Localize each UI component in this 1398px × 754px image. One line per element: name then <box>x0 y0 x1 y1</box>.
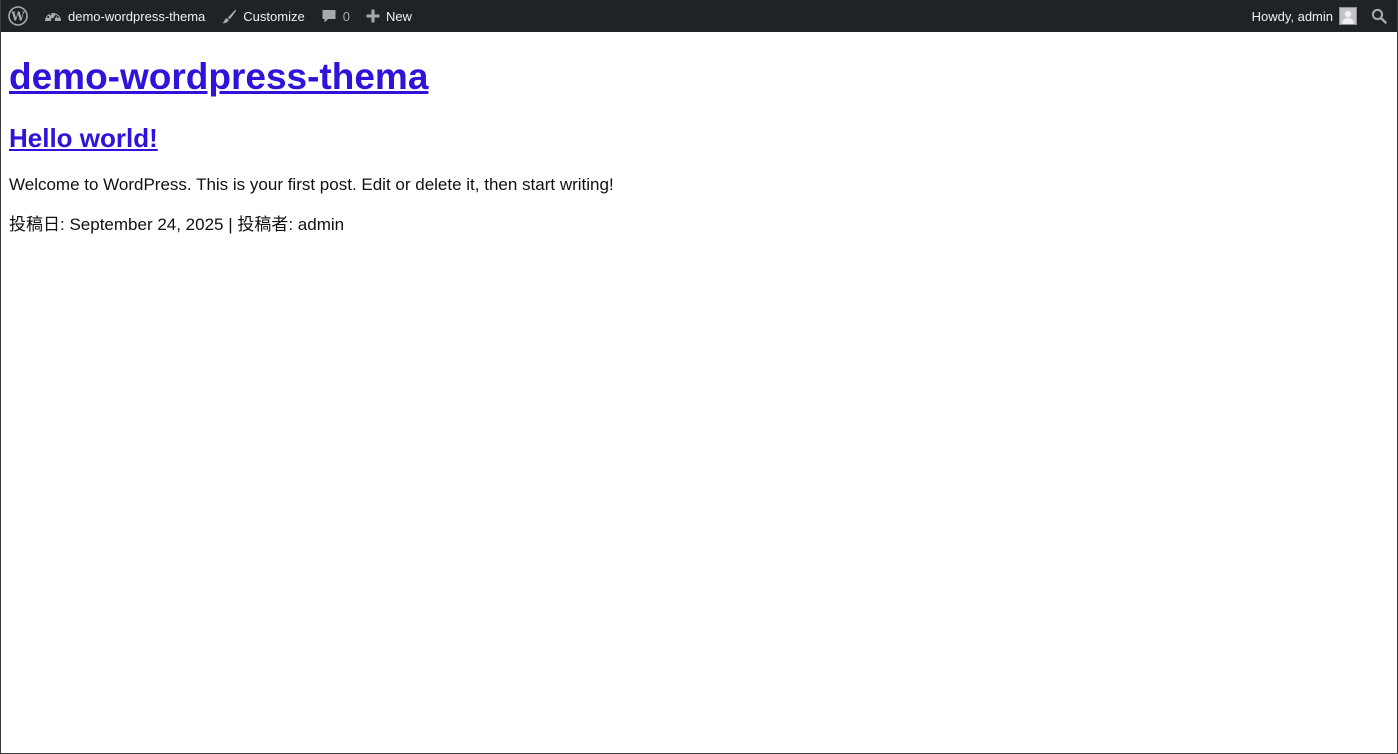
admin-bar-left: W demo-wordpress-thema Customize 0 New <box>1 0 420 32</box>
post: Hello world! Welcome to WordPress. This … <box>9 122 1389 236</box>
wp-admin-bar: W demo-wordpress-thema Customize 0 New H… <box>1 0 1397 32</box>
post-title-link[interactable]: Hello world! <box>9 123 158 153</box>
post-title: Hello world! <box>9 122 1389 154</box>
browser-viewport: W demo-wordpress-thema Customize 0 New H… <box>0 0 1398 754</box>
comment-bubble-icon <box>321 8 337 24</box>
admin-bar-search[interactable] <box>1365 0 1397 32</box>
admin-bar-right: Howdy, admin <box>1244 0 1397 32</box>
customize-link[interactable]: Customize <box>213 0 312 32</box>
my-account-menu[interactable]: Howdy, admin <box>1244 0 1365 32</box>
comments-count: 0 <box>342 8 350 24</box>
search-icon <box>1371 8 1387 24</box>
post-excerpt: Welcome to WordPress. This is your first… <box>9 175 614 194</box>
wp-logo-menu[interactable]: W <box>1 0 36 32</box>
customize-label: Customize <box>243 8 305 24</box>
new-content-menu[interactable]: New <box>358 0 420 32</box>
svg-text:W: W <box>10 10 25 24</box>
post-meta: 投稿日: September 24, 2025 | 投稿者: admin <box>9 215 345 234</box>
avatar <box>1339 7 1357 25</box>
wordpress-logo-icon: W <box>8 6 28 26</box>
new-label: New <box>385 8 412 24</box>
site-content: demo-wordpress-thema Hello world! Welcom… <box>9 32 1389 236</box>
comments-link[interactable]: 0 <box>313 0 358 32</box>
paintbrush-icon <box>221 8 237 24</box>
site-name-label: demo-wordpress-thema <box>68 8 206 24</box>
dashboard-icon <box>44 8 62 24</box>
site-title: demo-wordpress-thema <box>9 56 1389 98</box>
site-title-link[interactable]: demo-wordpress-thema <box>9 56 428 97</box>
plus-icon <box>366 9 380 23</box>
site-name-menu[interactable]: demo-wordpress-thema <box>36 0 213 32</box>
howdy-label: Howdy, admin <box>1251 8 1333 24</box>
